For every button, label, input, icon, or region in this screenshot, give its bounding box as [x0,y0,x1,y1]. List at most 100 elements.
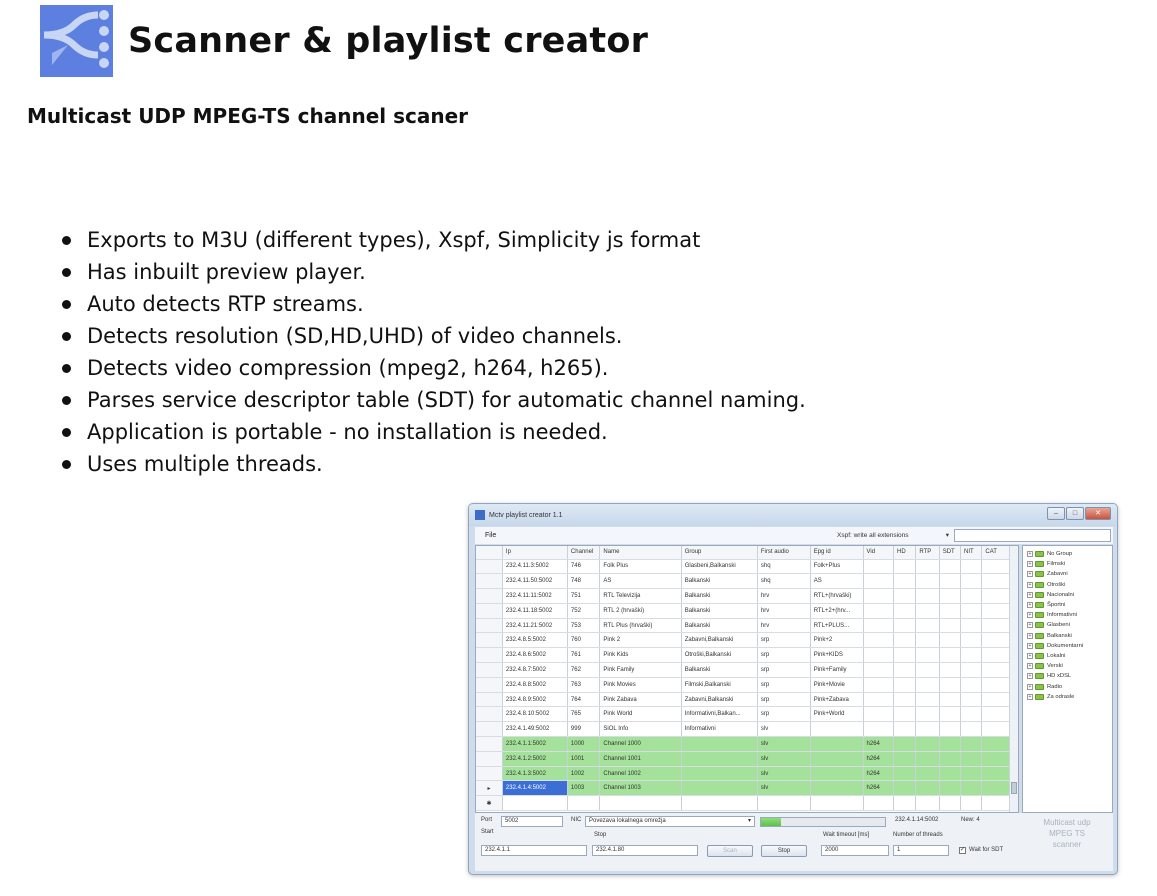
cell-nit[interactable] [960,662,983,678]
cell-epg-id[interactable] [810,721,864,738]
cell-sdt[interactable] [939,603,962,619]
export-format-select[interactable]: Xspf: write all extensions ▾ [829,530,951,541]
cell-sdt[interactable] [939,751,962,767]
cell-epg-id[interactable]: Pink+KIDS [810,647,864,664]
cell-sdt[interactable] [939,647,962,664]
new-row-cell[interactable] [960,795,983,812]
table-row[interactable]: 232.4.11.3:5002 746 Folk Plus Glasbeni,Balk… [476,559,1018,575]
col-header-ip[interactable]: Ip [502,546,568,560]
cell-first-audio[interactable]: srp [757,662,811,678]
new-row-cell[interactable] [810,795,864,812]
cell-nit[interactable] [960,692,983,708]
cell-sdt[interactable] [939,766,962,782]
scan-button[interactable]: Scan [707,845,753,857]
cell-first-audio[interactable]: shq [757,559,811,575]
cell-vid[interactable] [863,559,895,575]
new-row-cell[interactable] [893,795,917,812]
cell-ip[interactable]: 232.4.8.7:5002 [502,662,568,678]
cell-ip[interactable]: 232.4.1.3:5002 [502,766,568,782]
row-header[interactable] [476,588,503,604]
cell-rtp[interactable] [915,706,940,723]
group-tree[interactable]: + No Group + Filmski + Zabavni + Otroški + Nacion… [1022,545,1113,813]
cell-rtp[interactable] [915,662,940,678]
cell-channel[interactable]: 999 [567,721,601,738]
cell-vid[interactable] [863,677,895,693]
cell-epg-id[interactable]: Pink+World [810,706,864,723]
cell-epg-id[interactable]: Pink+Movie [810,677,864,693]
cell-channel[interactable]: 1003 [567,780,601,797]
expand-icon[interactable]: + [1027,663,1033,670]
cell-hd[interactable] [893,751,917,767]
table-row[interactable]: 232.4.11.18:5002 752 RTL 2 (hrvaški) Balkan… [476,603,1018,619]
cell-rtp[interactable] [915,780,940,797]
cell-sdt[interactable] [939,573,962,590]
cell-first-audio[interactable]: slv [757,751,811,767]
cell-first-audio[interactable]: srp [757,647,811,664]
table-row[interactable]: 232.4.1.3:5002 1002 Channel 1002 slv h264 [476,766,1018,782]
cell-channel[interactable]: 760 [567,632,601,649]
cell-ip[interactable]: 232.4.8.9:5002 [502,692,568,708]
new-row-cell[interactable] [502,795,568,812]
cell-channel[interactable]: 1001 [567,751,601,767]
tree-item[interactable]: + Zabavni [1023,569,1112,579]
cell-ip[interactable]: 232.4.8.5:5002 [502,632,568,649]
table-row[interactable]: 232.4.1.2:5002 1001 Channel 1001 slv h264 [476,751,1018,767]
tree-item[interactable]: + Otroški [1023,580,1112,590]
cell-epg-id[interactable] [810,766,864,782]
cell-vid[interactable]: h264 [863,780,895,797]
cell-ip[interactable]: 232.4.1.4:5002 [502,780,568,797]
col-header-group[interactable]: Group [681,546,758,560]
table-row[interactable]: 232.4.8.9:5002 764 Pink Zabava Zabavni,Balk… [476,692,1018,708]
cell-vid[interactable] [863,603,895,619]
tree-item[interactable]: + Glasbeni [1023,620,1112,630]
start-ip-input[interactable]: 232.4.1.1 [481,845,587,856]
cell-hd[interactable] [893,573,917,590]
cell-sdt[interactable] [939,588,962,604]
cell-ip[interactable]: 232.4.11.50:5002 [502,573,568,590]
cell-name[interactable]: SiOL Info [599,721,682,738]
tree-item[interactable]: + Informativni [1023,610,1112,620]
cell-ip[interactable]: 232.4.11.18:5002 [502,603,568,619]
col-header-vid[interactable]: Vid [863,546,895,560]
tree-item[interactable]: + Dokumentarni [1023,641,1112,651]
expand-icon[interactable]: + [1027,581,1033,588]
cell-group[interactable]: Zabavni,Balkanski [681,632,758,649]
row-header[interactable] [476,603,503,619]
port-input[interactable]: 5002 [501,816,563,827]
tree-item[interactable]: + Športni [1023,600,1112,610]
cell-vid[interactable]: h264 [863,736,895,752]
col-header-channel[interactable]: Channel [567,546,601,560]
expand-icon[interactable]: + [1027,551,1033,558]
cell-rtp[interactable] [915,632,940,649]
table-row[interactable]: 232.4.11.50:5002 748 AS Balkanski shq AS [476,573,1018,590]
table-row[interactable]: 232.4.11.11:5002 751 RTL Televizija Balkans… [476,588,1018,604]
expand-icon[interactable]: + [1027,642,1033,649]
expand-icon[interactable]: + [1027,632,1033,639]
cell-epg-id[interactable]: RTL+2+(hrv... [810,603,864,619]
row-header[interactable] [476,766,503,782]
cell-nit[interactable] [960,751,983,767]
col-header-epg-id[interactable]: Epg id [810,546,864,560]
cell-sdt[interactable] [939,780,962,797]
cell-epg-id[interactable] [810,780,864,797]
cell-rtp[interactable] [915,618,940,634]
row-header[interactable] [476,618,503,634]
cell-channel[interactable]: 748 [567,573,601,590]
table-row[interactable]: 232.4.8.5:5002 760 Pink 2 Zabavni,Balkanski… [476,632,1018,649]
cell-first-audio[interactable]: hrv [757,618,811,634]
cell-group[interactable]: Filmski,Balkanski [681,677,758,693]
cell-name[interactable]: Pink Kids [599,647,682,664]
cell-nit[interactable] [960,736,983,752]
new-row-cell[interactable] [567,795,601,812]
cell-first-audio[interactable]: srp [757,632,811,649]
cell-group[interactable]: Balkanski [681,618,758,634]
new-row-cell[interactable] [681,795,758,812]
row-header[interactable] [476,647,503,664]
tree-item[interactable]: + Filmski [1023,559,1112,569]
cell-group[interactable] [681,751,758,767]
nic-select[interactable]: Povezava lokalnega omrežja ▾ [585,816,755,827]
cell-group[interactable] [681,766,758,782]
minimize-button[interactable]: – [1047,507,1065,520]
cell-vid[interactable] [863,706,895,723]
expand-icon[interactable]: + [1027,571,1033,578]
